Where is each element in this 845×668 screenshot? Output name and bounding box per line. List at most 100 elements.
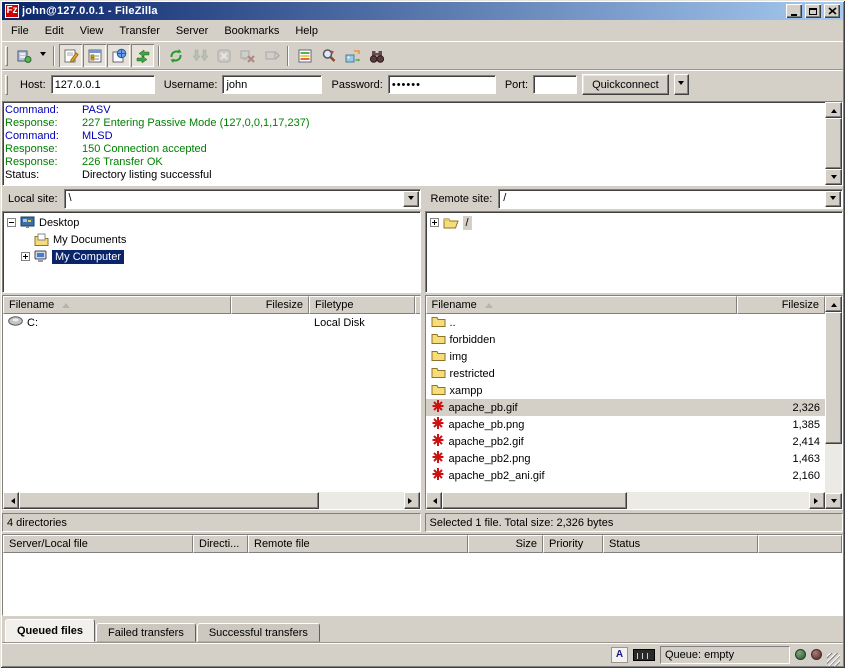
scroll-right-button[interactable] bbox=[809, 492, 825, 509]
username-input[interactable] bbox=[222, 75, 322, 94]
scroll-down-button[interactable] bbox=[825, 493, 842, 509]
file-size: 1,385 bbox=[737, 419, 825, 431]
collapse-icon[interactable] bbox=[7, 218, 16, 227]
scroll-up-button[interactable] bbox=[825, 296, 842, 312]
image-file-icon bbox=[431, 399, 445, 416]
tree-item-my-computer[interactable]: My Computer bbox=[21, 248, 420, 265]
remote-file-row[interactable]: apache_pb.png 1,385 bbox=[426, 416, 826, 433]
remote-file-row[interactable]: .. bbox=[426, 314, 826, 331]
tree-item-my-documents[interactable]: My Documents bbox=[21, 231, 420, 248]
local-file-row[interactable]: C: Local Disk bbox=[3, 314, 420, 331]
site-manager-dropdown-button[interactable] bbox=[36, 44, 49, 67]
remote-file-row[interactable]: forbidden bbox=[426, 331, 826, 348]
quickconnect-dropdown-button[interactable] bbox=[674, 74, 689, 95]
column-filename[interactable]: Filename bbox=[426, 296, 738, 314]
remote-horizontal-scrollbar[interactable] bbox=[426, 492, 826, 509]
file-name: apache_pb2.gif bbox=[449, 436, 524, 448]
port-label: Port: bbox=[505, 79, 528, 91]
tree-item-desktop[interactable]: Desktop bbox=[7, 214, 420, 231]
close-button[interactable] bbox=[824, 4, 840, 18]
remote-file-row-selected[interactable]: apache_pb.gif 2,326 bbox=[426, 399, 826, 416]
scroll-down-button[interactable] bbox=[825, 169, 842, 185]
scroll-thumb[interactable] bbox=[19, 492, 319, 509]
column-filesize[interactable]: Filesize bbox=[737, 296, 825, 314]
find-files-button[interactable] bbox=[365, 44, 388, 67]
reconnect-button[interactable] bbox=[260, 44, 283, 67]
column-filetype[interactable]: Filetype bbox=[309, 296, 415, 314]
minimize-button[interactable] bbox=[786, 4, 802, 18]
tab-failed-transfers[interactable]: Failed transfers bbox=[96, 623, 196, 642]
port-input[interactable] bbox=[533, 75, 577, 94]
column-size[interactable]: Size bbox=[468, 535, 543, 553]
column-direction[interactable]: Directi... bbox=[193, 535, 248, 553]
menu-file[interactable]: File bbox=[3, 22, 37, 40]
tab-queued-files[interactable]: Queued files bbox=[5, 619, 95, 642]
toggle-local-tree-button[interactable] bbox=[83, 44, 106, 67]
resize-grip[interactable] bbox=[827, 653, 840, 666]
expand-icon[interactable] bbox=[21, 252, 30, 261]
local-site-dropdown-button[interactable] bbox=[403, 191, 419, 207]
tree-item-root[interactable]: / bbox=[430, 214, 843, 231]
remote-file-row[interactable]: xampp bbox=[426, 382, 826, 399]
queue-body[interactable] bbox=[3, 553, 842, 615]
scroll-thumb[interactable] bbox=[825, 312, 842, 444]
log-text: 226 Transfer OK bbox=[82, 156, 163, 169]
remote-file-row[interactable]: img bbox=[426, 348, 826, 365]
toggle-remote-tree-button[interactable] bbox=[107, 44, 130, 67]
toggle-transfer-queue-button[interactable] bbox=[131, 44, 154, 67]
local-site-combo[interactable]: \ bbox=[64, 189, 421, 209]
column-status[interactable]: Status bbox=[603, 535, 758, 553]
tab-successful-transfers[interactable]: Successful transfers bbox=[197, 623, 320, 642]
column-server-local-file[interactable]: Server/Local file bbox=[3, 535, 193, 553]
scroll-left-button[interactable] bbox=[426, 492, 442, 509]
menu-view[interactable]: View bbox=[72, 22, 112, 40]
column-last-modified[interactable]: L bbox=[415, 296, 420, 314]
scroll-thumb[interactable] bbox=[825, 118, 842, 169]
menu-bookmarks[interactable]: Bookmarks bbox=[216, 22, 287, 40]
image-file-icon bbox=[431, 467, 445, 484]
menu-server[interactable]: Server bbox=[168, 22, 216, 40]
remote-file-row[interactable]: restricted bbox=[426, 365, 826, 382]
synchronized-browsing-button[interactable] bbox=[341, 44, 364, 67]
process-queue-button[interactable] bbox=[188, 44, 211, 67]
scroll-left-button[interactable] bbox=[3, 492, 19, 509]
column-filename[interactable]: Filename bbox=[3, 296, 231, 314]
disconnect-button[interactable] bbox=[236, 44, 259, 67]
local-horizontal-scrollbar[interactable] bbox=[3, 492, 420, 509]
cancel-operation-button[interactable] bbox=[212, 44, 235, 67]
remote-site-combo[interactable]: / bbox=[498, 189, 843, 209]
maximize-button[interactable] bbox=[805, 4, 821, 18]
scroll-up-button[interactable] bbox=[825, 102, 842, 118]
expand-icon[interactable] bbox=[430, 218, 439, 227]
password-input[interactable] bbox=[388, 75, 496, 94]
title-bar[interactable]: Fz john@127.0.0.1 - FileZilla bbox=[2, 2, 843, 20]
directory-comparison-button[interactable] bbox=[293, 44, 316, 67]
remote-file-row[interactable]: apache_pb2.png 1,463 bbox=[426, 450, 826, 467]
image-file-icon bbox=[431, 433, 445, 450]
host-input[interactable] bbox=[51, 75, 155, 94]
log-scrollbar[interactable] bbox=[825, 102, 842, 185]
column-filesize[interactable]: Filesize bbox=[231, 296, 309, 314]
refresh-button[interactable] bbox=[164, 44, 187, 67]
scroll-right-button[interactable] bbox=[404, 492, 420, 509]
file-name: C: bbox=[27, 317, 38, 329]
site-manager-button[interactable] bbox=[12, 44, 35, 67]
remote-vertical-scrollbar[interactable] bbox=[825, 296, 842, 509]
toggle-message-log-button[interactable] bbox=[59, 44, 82, 67]
remote-site-dropdown-button[interactable] bbox=[825, 191, 841, 207]
speed-limit-icon[interactable] bbox=[633, 649, 655, 661]
remote-file-row[interactable]: apache_pb2.gif 2,414 bbox=[426, 433, 826, 450]
scroll-thumb[interactable] bbox=[442, 492, 627, 509]
log-text: 227 Entering Passive Mode (127,0,0,1,17,… bbox=[82, 117, 309, 130]
status-bar: A Queue: empty bbox=[2, 642, 843, 666]
menu-help[interactable]: Help bbox=[287, 22, 326, 40]
menu-transfer[interactable]: Transfer bbox=[111, 22, 168, 40]
column-remote-file[interactable]: Remote file bbox=[248, 535, 468, 553]
quickconnect-button[interactable]: Quickconnect bbox=[582, 74, 669, 95]
column-priority[interactable]: Priority bbox=[543, 535, 603, 553]
reconnect-icon bbox=[264, 48, 280, 64]
filter-files-button[interactable] bbox=[317, 44, 340, 67]
menu-edit[interactable]: Edit bbox=[37, 22, 72, 40]
remote-file-row[interactable]: apache_pb2_ani.gif 2,160 bbox=[426, 467, 826, 484]
arrow-right-icon bbox=[408, 498, 415, 504]
